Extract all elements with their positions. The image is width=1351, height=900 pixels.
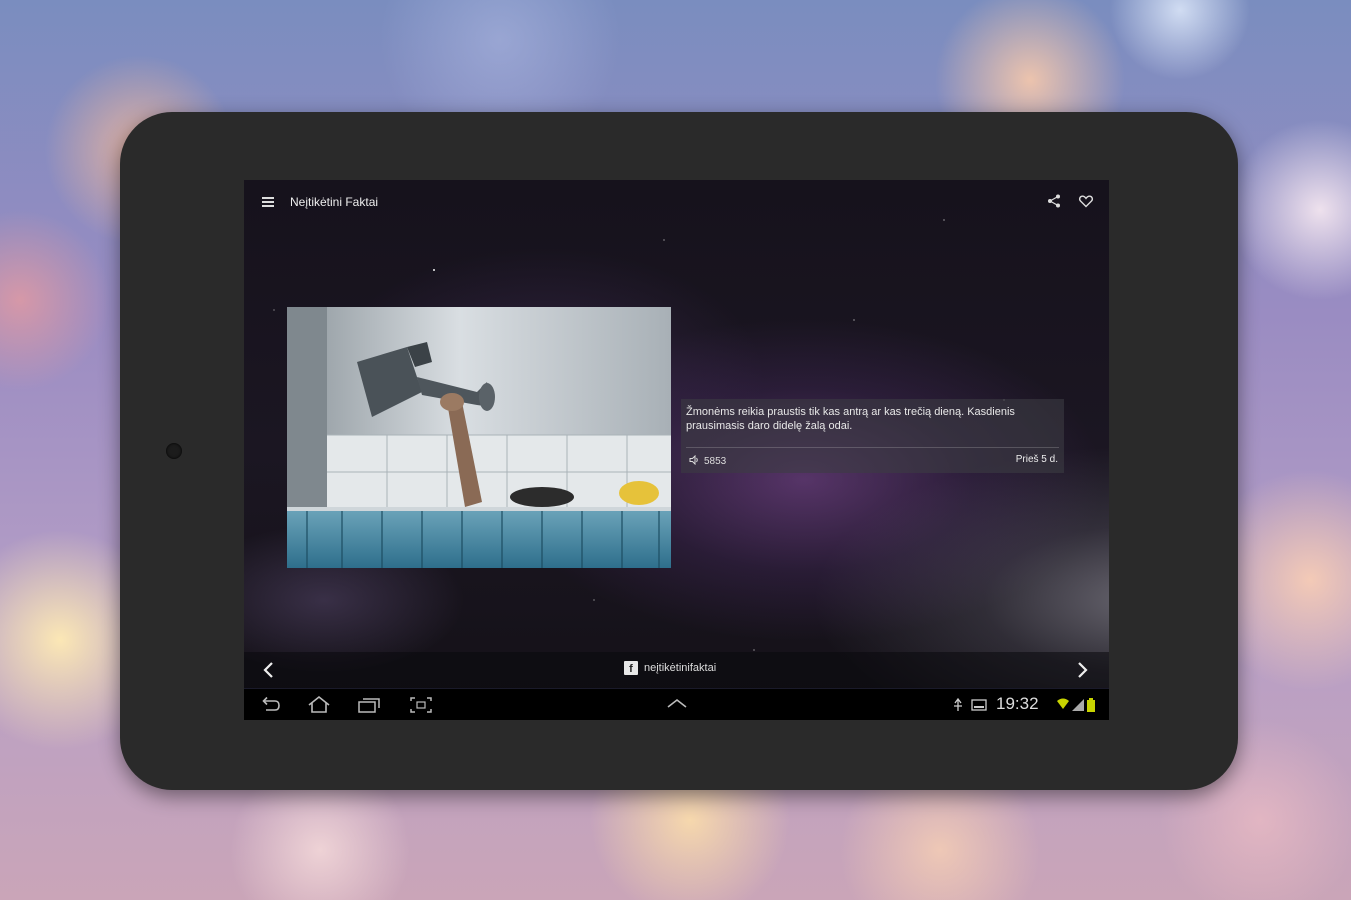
chevron-left-icon[interactable] [262, 661, 276, 679]
screenshot-icon[interactable] [408, 695, 434, 715]
speaker-icon [689, 454, 700, 468]
fact-image [287, 307, 671, 568]
status-indicators [1056, 697, 1096, 718]
app-bottom-bar: f neįtikėtinifaktai [244, 652, 1109, 688]
views-count: 5853 [689, 454, 727, 468]
notification-icons [952, 697, 992, 718]
fact-text: Žmonėms reikia praustis tik kas antrą ar… [686, 406, 1015, 432]
app-title: Neįtikėtini Faktai [290, 195, 379, 209]
tablet-screen: Neįtikėtini Faktai Žmonėms reikia praust… [244, 180, 1109, 720]
views-label: 5853 [704, 456, 727, 467]
action-bar: Neįtikėtini Faktai [244, 180, 1109, 224]
chevron-right-icon[interactable] [1075, 661, 1089, 679]
wifi-icon [1057, 698, 1069, 709]
menu-icon[interactable] [262, 197, 274, 207]
fact-card: Žmonėms reikia praustis tik kas antrą ar… [681, 399, 1064, 473]
facebook-label: neįtikėtinifaktai [644, 662, 717, 674]
share-icon[interactable] [1046, 193, 1062, 209]
system-navigation-bar: 19:32 [244, 688, 1109, 720]
signal-icon [1072, 699, 1084, 711]
front-camera [166, 443, 182, 459]
fact-divider [686, 447, 1059, 448]
facebook-icon: f [624, 661, 638, 675]
time-ago: Prieš 5 d. [1015, 454, 1058, 465]
storage-icon [971, 699, 987, 711]
usb-icon [954, 697, 962, 711]
home-icon[interactable] [306, 695, 332, 715]
status-clock: 19:32 [996, 694, 1039, 713]
heart-icon[interactable] [1078, 193, 1094, 209]
chevron-up-icon[interactable] [664, 695, 690, 715]
recent-apps-icon[interactable] [356, 695, 382, 715]
back-icon[interactable] [258, 695, 284, 715]
battery-icon [1087, 698, 1095, 712]
facebook-link[interactable]: f neįtikėtinifaktai [624, 661, 716, 675]
